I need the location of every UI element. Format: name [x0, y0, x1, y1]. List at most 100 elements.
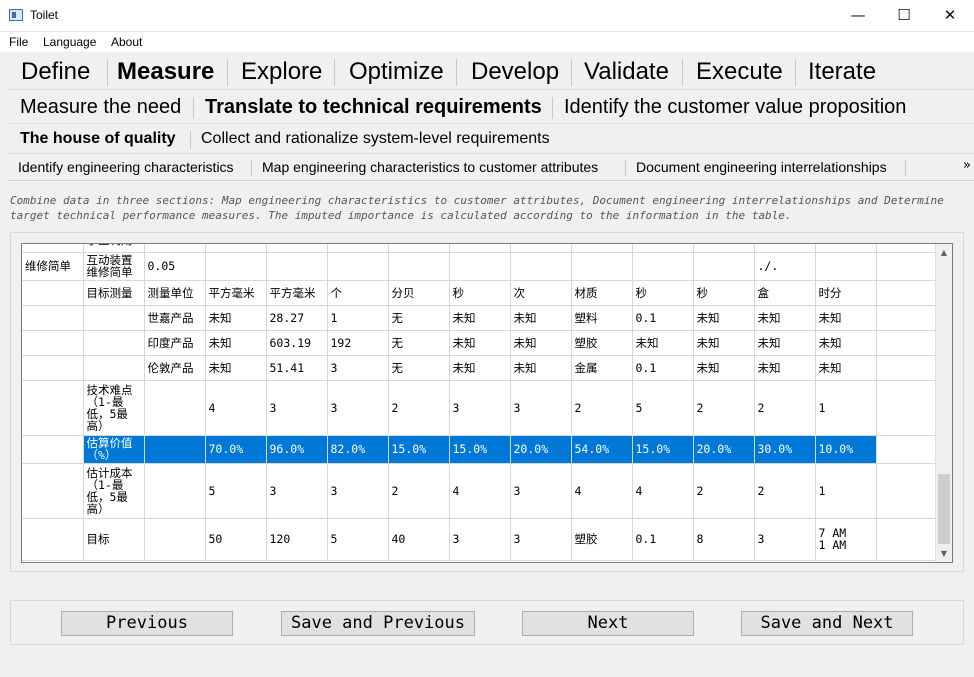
table-cell[interactable]: 3 — [266, 380, 328, 436]
tab-execute[interactable]: Execute — [696, 58, 783, 86]
table-row[interactable]: 维修简单 互动装置 维修简单 0.05 ./. — [22, 252, 937, 281]
table-cell[interactable]: 未知 — [754, 355, 816, 381]
tab-define[interactable]: Define — [21, 58, 90, 86]
table-cell[interactable] — [876, 518, 937, 561]
table-cell[interactable]: 2 — [388, 380, 450, 436]
house-of-quality-table[interactable]: 乎重利用维修简单互动装置 维修简单0.05./.目标测量测量单位平方毫米平方毫米… — [21, 243, 953, 563]
more-tabs-icon[interactable]: » — [960, 158, 974, 173]
table-cell[interactable]: 5 — [632, 380, 694, 436]
table-cell[interactable] — [876, 463, 937, 519]
table-cell[interactable] — [754, 244, 816, 253]
close-button[interactable]: ✕ — [927, 0, 973, 31]
table-cell[interactable]: 3 — [449, 518, 511, 561]
table-cell[interactable] — [144, 518, 206, 561]
table-cell[interactable]: 3 — [327, 380, 389, 436]
tab-measure-the-need[interactable]: Measure the need — [20, 96, 181, 119]
table-cell[interactable] — [205, 244, 267, 253]
table-cell[interactable]: 测量单位 — [144, 280, 206, 306]
table-cell[interactable]: 技术难点 （1-最 低，5最 高） — [83, 380, 145, 436]
tab-translate-technical-requirements[interactable]: Translate to technical requirements — [205, 96, 542, 119]
table-cell[interactable]: 3 — [754, 518, 816, 561]
table-cell[interactable]: 0.1 — [632, 355, 694, 381]
table-cell[interactable]: 2 — [571, 380, 633, 436]
table-row[interactable]: 乎重利用 — [22, 244, 937, 253]
maximize-button[interactable]: ☐ — [881, 0, 927, 31]
table-cell[interactable]: 1 — [327, 305, 389, 331]
table-cell[interactable] — [327, 244, 389, 253]
table-cell[interactable] — [876, 305, 937, 331]
table-cell[interactable] — [388, 244, 450, 253]
table-cell[interactable]: 82.0% — [327, 435, 389, 464]
tab-develop[interactable]: Develop — [471, 58, 559, 86]
table-cell[interactable]: 次 — [510, 280, 572, 306]
table-cell[interactable]: 96.0% — [266, 435, 328, 464]
next-button[interactable]: Next — [522, 611, 694, 636]
table-cell[interactable] — [22, 435, 84, 464]
save-and-previous-button[interactable]: Save and Previous — [281, 611, 475, 636]
save-and-next-button[interactable]: Save and Next — [741, 611, 913, 636]
table-cell[interactable]: 8 — [693, 518, 755, 561]
tab-document-interrelationships[interactable]: Document engineering interrelationships — [636, 159, 887, 175]
table-cell[interactable]: 50 — [205, 518, 267, 561]
table-cell[interactable] — [144, 435, 206, 464]
table-cell[interactable]: 未知 — [510, 355, 572, 381]
table-cell[interactable] — [876, 355, 937, 381]
table-cell[interactable]: 分贝 — [388, 280, 450, 306]
menu-file[interactable]: File — [9, 35, 28, 49]
tab-customer-value-proposition[interactable]: Identify the customer value proposition — [564, 96, 906, 119]
table-cell[interactable]: 塑胶 — [571, 518, 633, 561]
tab-iterate[interactable]: Iterate — [808, 58, 876, 86]
table-cell[interactable] — [144, 380, 206, 436]
table-cell[interactable]: 0.1 — [632, 305, 694, 331]
table-cell[interactable]: 2 — [388, 463, 450, 519]
table-cell[interactable] — [632, 244, 694, 253]
table-cell[interactable]: 目标 — [83, 518, 145, 561]
table-cell[interactable]: 28.27 — [266, 305, 328, 331]
table-cell[interactable]: 互动装置 维修简单 — [83, 252, 145, 281]
table-row[interactable]: 世嘉产品 未知 28.27 1 无未知 未知 塑料 0.1 未知 未知 未知 — [22, 305, 937, 331]
table-cell[interactable]: 未知 — [205, 355, 267, 381]
table-cell[interactable]: 15.0% — [449, 435, 511, 464]
table-cell[interactable] — [571, 252, 633, 281]
table-cell[interactable] — [876, 252, 937, 281]
table-cell[interactable] — [876, 435, 937, 464]
scroll-down-icon[interactable]: ▼ — [936, 545, 952, 562]
table-cell[interactable]: 未知 — [205, 305, 267, 331]
table-cell[interactable]: 伦敦产品 — [144, 355, 206, 381]
table-cell[interactable]: 3 — [266, 463, 328, 519]
table-cell[interactable]: 20.0% — [693, 435, 755, 464]
table-cell[interactable]: 塑料 — [571, 305, 633, 331]
table-cell[interactable]: 无 — [388, 330, 450, 356]
tab-map-characteristics-to-attributes[interactable]: Map engineering characteristics to custo… — [262, 159, 598, 175]
table-cell[interactable]: 5 — [327, 518, 389, 561]
table-cell[interactable] — [22, 355, 84, 381]
table-cell[interactable]: 估算价值 （%） — [83, 435, 145, 464]
table-cell[interactable]: 估计成本 （1-最 低，5最 高） — [83, 463, 145, 519]
table-cell[interactable] — [22, 463, 84, 519]
table-cell[interactable]: 603.19 — [266, 330, 328, 356]
table-cell[interactable] — [83, 355, 145, 381]
table-cell[interactable] — [510, 244, 572, 253]
table-cell[interactable] — [22, 244, 84, 253]
table-cell[interactable]: 3 — [510, 380, 572, 436]
table-cell[interactable]: 4 — [449, 463, 511, 519]
table-cell[interactable]: 2 — [754, 463, 816, 519]
tab-measure[interactable]: Measure — [117, 58, 214, 86]
table-cell[interactable]: 5 — [205, 463, 267, 519]
table-cell[interactable]: 目标测量 — [83, 280, 145, 306]
table-cell[interactable] — [388, 252, 450, 281]
table-cell[interactable]: 塑胶 — [571, 330, 633, 356]
table-cell[interactable]: 120 — [266, 518, 328, 561]
table-row[interactable]: 目标测量 测量单位 平方毫米 平方毫米个分贝秒次材质秒秒盒时分 — [22, 280, 937, 306]
table-cell[interactable] — [449, 244, 511, 253]
table-cell[interactable]: 平方毫米 — [205, 280, 267, 306]
table-cell[interactable]: 乎重利用 — [83, 244, 145, 253]
table-cell[interactable]: 10.0% — [815, 435, 877, 464]
table-cell[interactable] — [571, 244, 633, 253]
scroll-up-icon[interactable]: ▲ — [936, 244, 952, 261]
vertical-scrollbar[interactable]: ▲ ▼ — [935, 244, 952, 562]
table-cell[interactable]: 未知 — [815, 355, 877, 381]
table-cell[interactable]: 盒 — [754, 280, 816, 306]
table-cell[interactable] — [22, 305, 84, 331]
table-cell[interactable] — [144, 244, 206, 253]
